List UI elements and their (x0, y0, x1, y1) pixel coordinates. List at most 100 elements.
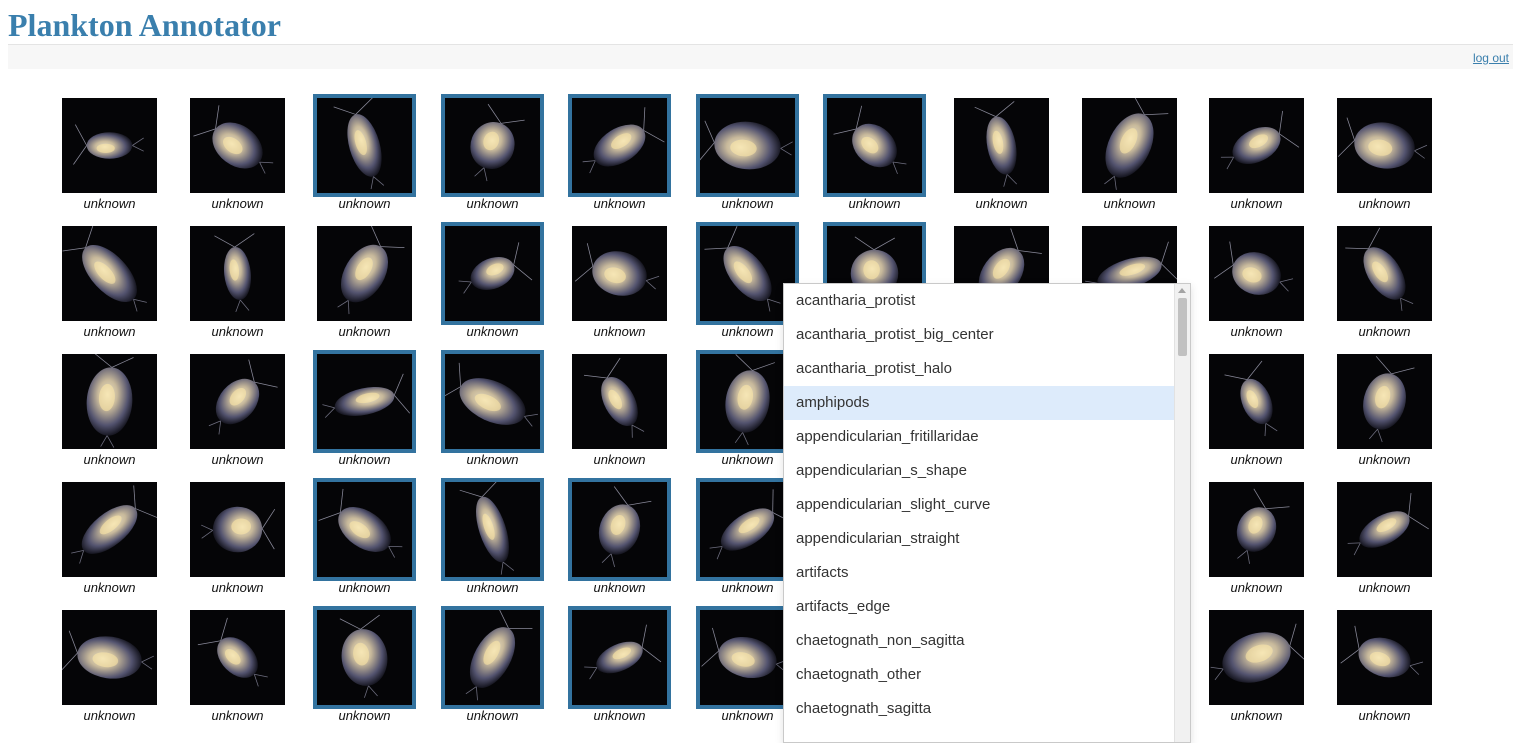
plankton-image[interactable] (823, 94, 926, 197)
label-option-list: acantharia_protist acantharia_protist_big… (784, 284, 1174, 742)
label-option[interactable]: appendicularian_straight (784, 522, 1174, 556)
image-label: unknown (1230, 324, 1283, 339)
image-label: unknown (338, 580, 391, 595)
plankton-image[interactable] (568, 94, 671, 197)
plankton-image[interactable] (317, 226, 412, 321)
image-label: unknown (466, 452, 519, 467)
plankton-image[interactable] (313, 478, 416, 581)
image-label: unknown (1103, 196, 1156, 211)
plankton-image[interactable] (313, 94, 416, 197)
scroll-up-arrow-icon[interactable] (1178, 288, 1186, 293)
plankton-image[interactable] (1337, 226, 1432, 321)
image-label: unknown (1230, 452, 1283, 467)
image-label: unknown (466, 196, 519, 211)
label-option[interactable]: appendicularian_fritillaridae (784, 420, 1174, 454)
plankton-image[interactable] (62, 354, 157, 449)
image-label: unknown (338, 196, 391, 211)
image-label: unknown (975, 196, 1028, 211)
plankton-image[interactable] (1337, 482, 1432, 577)
plankton-image[interactable] (190, 98, 285, 193)
plankton-image[interactable] (572, 354, 667, 449)
image-label: unknown (593, 708, 646, 723)
plankton-image[interactable] (441, 478, 544, 581)
plankton-image[interactable] (190, 482, 285, 577)
image-label: unknown (83, 580, 136, 595)
label-option[interactable]: chaetognath_non_sagitta (784, 624, 1174, 658)
plankton-image[interactable] (441, 222, 544, 325)
image-label: unknown (211, 452, 264, 467)
image-label: unknown (721, 580, 774, 595)
image-label: unknown (1358, 580, 1411, 595)
image-label: unknown (721, 324, 774, 339)
plankton-image[interactable] (62, 226, 157, 321)
image-label: unknown (466, 580, 519, 595)
label-option[interactable]: artifacts (784, 556, 1174, 590)
image-label: unknown (83, 324, 136, 339)
label-dropdown[interactable]: acantharia_protist acantharia_protist_big… (783, 283, 1191, 743)
image-label: unknown (338, 708, 391, 723)
plankton-image[interactable] (441, 350, 544, 453)
image-label: unknown (211, 324, 264, 339)
label-option[interactable]: acantharia_protist (784, 284, 1174, 318)
image-label: unknown (83, 708, 136, 723)
plankton-image[interactable] (1337, 354, 1432, 449)
image-label: unknown (211, 708, 264, 723)
image-label: unknown (466, 324, 519, 339)
image-label: unknown (466, 708, 519, 723)
image-label: unknown (721, 196, 774, 211)
label-option[interactable]: acantharia_protist_big_center (784, 318, 1174, 352)
plankton-image[interactable] (1337, 98, 1432, 193)
plankton-image[interactable] (441, 94, 544, 197)
scrollbar-thumb[interactable] (1178, 298, 1187, 356)
plankton-image[interactable] (441, 606, 544, 709)
plankton-image[interactable] (1209, 354, 1304, 449)
plankton-image[interactable] (572, 226, 667, 321)
plankton-image[interactable] (190, 354, 285, 449)
image-label: unknown (721, 708, 774, 723)
plankton-image[interactable] (1209, 98, 1304, 193)
image-label: unknown (593, 452, 646, 467)
image-label: unknown (593, 196, 646, 211)
label-option[interactable]: appendicularian_s_shape (784, 454, 1174, 488)
image-label: unknown (338, 452, 391, 467)
image-label: unknown (848, 196, 901, 211)
image-label: unknown (1358, 196, 1411, 211)
image-label: unknown (211, 580, 264, 595)
plankton-image[interactable] (568, 606, 671, 709)
plankton-image[interactable] (313, 606, 416, 709)
image-label: unknown (1230, 196, 1283, 211)
plankton-image[interactable] (696, 94, 799, 197)
plankton-image[interactable] (568, 478, 671, 581)
dropdown-scrollbar[interactable] (1174, 284, 1190, 742)
plankton-image[interactable] (1209, 610, 1304, 705)
label-option[interactable]: acantharia_protist_halo (784, 352, 1174, 386)
image-label: unknown (1358, 452, 1411, 467)
image-label: unknown (1230, 708, 1283, 723)
plankton-image[interactable] (62, 610, 157, 705)
label-option[interactable]: chaetognath_other (784, 658, 1174, 692)
label-option[interactable]: appendicularian_slight_curve (784, 488, 1174, 522)
plankton-image[interactable] (62, 98, 157, 193)
plankton-image[interactable] (190, 226, 285, 321)
image-label: unknown (338, 324, 391, 339)
plankton-image[interactable] (190, 610, 285, 705)
plankton-image[interactable] (954, 98, 1049, 193)
plankton-image[interactable] (1209, 482, 1304, 577)
image-label: unknown (721, 452, 774, 467)
plankton-image[interactable] (1082, 98, 1177, 193)
plankton-image[interactable] (1209, 226, 1304, 321)
label-option[interactable]: artifacts_edge (784, 590, 1174, 624)
image-label: unknown (211, 196, 264, 211)
image-label: unknown (83, 196, 136, 211)
plankton-image[interactable] (1337, 610, 1432, 705)
image-label: unknown (83, 452, 136, 467)
image-label: unknown (593, 580, 646, 595)
label-option[interactable]: chaetognath_sagitta (784, 692, 1174, 726)
label-option[interactable]: amphipods (784, 386, 1174, 420)
plankton-image[interactable] (62, 482, 157, 577)
image-label: unknown (593, 324, 646, 339)
plankton-image[interactable] (313, 350, 416, 453)
image-label: unknown (1358, 324, 1411, 339)
image-label: unknown (1358, 708, 1411, 723)
image-grid: unknown unknown unknown unknown unknown unkno… (0, 0, 1518, 730)
